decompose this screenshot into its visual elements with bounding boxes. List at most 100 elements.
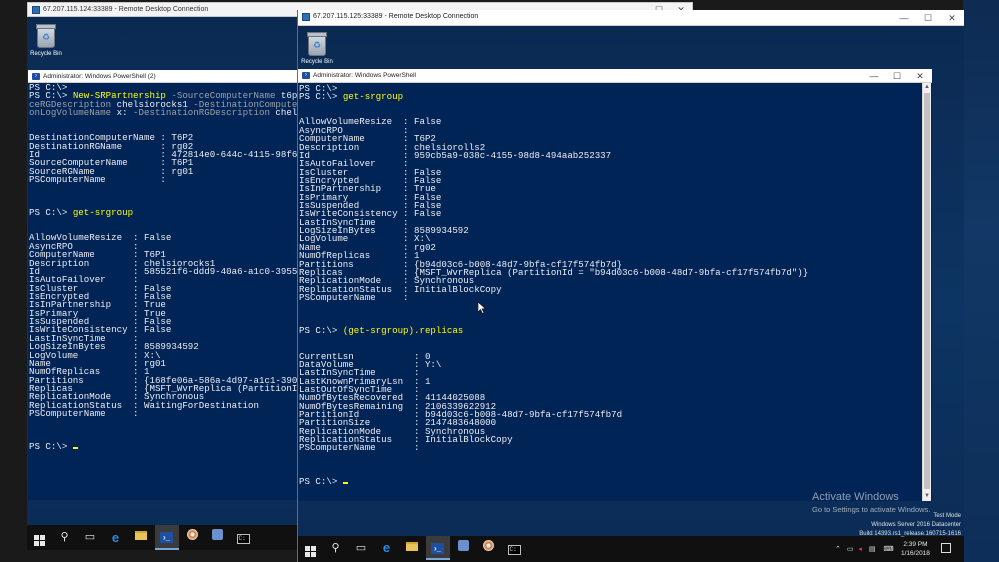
right-ps-titlebar[interactable]: › Administrator: Windows PowerShell — ☐ … <box>298 69 932 83</box>
console-text: PS C:\> <box>29 441 73 453</box>
recycle-bin-label: Recycle Bin <box>30 51 62 57</box>
console-line: PSComputerName : <box>29 175 298 184</box>
taskbar-clock[interactable]: 2:39 PM 1/16/2018 <box>901 540 930 558</box>
taskbar-file-explorer-icon[interactable] <box>400 536 424 560</box>
clock-time: 2:39 PM <box>903 541 928 548</box>
console-line: PSComputerName : <box>299 293 808 302</box>
taskbar-task-view-icon[interactable]: ▭ <box>349 536 373 560</box>
taskbar-server-manager-icon[interactable] <box>451 536 475 560</box>
taskbar-disk-icon[interactable] <box>477 536 501 560</box>
text-cursor <box>342 481 348 484</box>
taskbar-disk-icon[interactable] <box>180 525 204 550</box>
console-text: x: <box>111 107 134 119</box>
disk-icon <box>483 540 494 551</box>
taskbar-powershell-icon[interactable]: ›_ <box>425 536 450 560</box>
right-recycle-bin[interactable]: Recycle Bin <box>297 32 337 65</box>
scroll-up-arrow-icon[interactable]: ▲ <box>923 83 931 92</box>
host-desktop-strip <box>963 0 999 562</box>
taskbar-powershell-icon[interactable]: ›_ <box>154 525 179 550</box>
file-explorer-icon <box>406 542 418 551</box>
recycle-bin-icon <box>36 24 56 48</box>
console-line: PS C:\> get-srgroup <box>29 207 298 219</box>
ps-minimize-button[interactable]: — <box>863 69 885 83</box>
taskbar-start-button[interactable] <box>298 536 322 560</box>
right-rdp-title: 67.207.115.125:33389 - Remote Desktop Co… <box>313 13 479 20</box>
left-ps-title: Administrator: Windows PowerShell (2) <box>43 73 156 80</box>
build-number-label: Build 14393.rs1_release.160715-1616 <box>859 531 961 537</box>
taskbar-start-button[interactable] <box>27 525 51 550</box>
powershell-icon: ›_ <box>160 532 173 543</box>
clock-date: 1/16/2018 <box>901 550 930 557</box>
recycle-bin-icon <box>307 32 327 56</box>
scroll-thumb[interactable] <box>924 93 930 489</box>
console-text: chelsi <box>275 107 298 119</box>
close-button[interactable]: ✕ <box>941 11 963 25</box>
ps-close-button[interactable]: ✕ <box>909 69 931 83</box>
minimize-button[interactable]: — <box>893 11 915 25</box>
keyboard-icon[interactable]: ⌨ <box>883 546 893 553</box>
left-taskbar: ⚲ ▭ e ›_ C: <box>27 525 297 550</box>
search-icon: ⚲ <box>60 531 69 543</box>
taskbar-cmd-icon[interactable]: C: <box>502 536 526 560</box>
show-hidden-icons-chevron-icon[interactable]: ⌃ <box>835 546 841 553</box>
action-center-icon[interactable] <box>941 543 951 553</box>
ps-maximize-button[interactable]: ☐ <box>886 69 908 83</box>
right-rdp-titlebar[interactable]: 67.207.115.125:33389 - Remote Desktop Co… <box>298 10 964 26</box>
volume-muted-icon[interactable]: ◂ <box>858 546 862 553</box>
task-view-icon: ▭ <box>355 542 367 554</box>
maximize-button[interactable]: ☐ <box>917 11 939 25</box>
powershell-icon: › <box>32 73 40 80</box>
left-recycle-bin[interactable]: Recycle Bin <box>26 24 66 57</box>
console-line: PS C:\> <box>299 475 808 487</box>
server-manager-icon <box>457 540 469 551</box>
cmd-icon: C: <box>507 545 521 555</box>
activate-windows-hint: Go to Settings to activate Windows. <box>812 505 931 514</box>
internet-explorer-icon: e <box>111 530 120 545</box>
taskbar-server-manager-icon[interactable] <box>206 525 230 550</box>
system-tray[interactable]: ⌃ ▭ ◂ ▤ ⌨ <box>835 545 894 553</box>
right-powershell-window: › Administrator: Windows PowerShell — ☐ … <box>298 69 932 501</box>
scroll-down-arrow-icon[interactable]: ▼ <box>923 492 931 501</box>
start-button <box>304 546 316 557</box>
ps-vertical-scrollbar[interactable]: ▲ ▼ <box>922 83 931 501</box>
console-text: PSComputerName : <box>299 442 420 454</box>
left-ps-titlebar[interactable]: › Administrator: Windows PowerShell (2) <box>28 70 298 83</box>
taskbar-cmd-icon[interactable]: C: <box>231 525 255 550</box>
test-mode-label: Test Mode <box>933 513 961 519</box>
console-line: onLogVolumeName x: -DestinationRGDescrip… <box>29 107 298 119</box>
console-text: get-srgroup <box>342 91 404 103</box>
console-text: PS C:\> <box>299 475 343 487</box>
console-line: PS C:\> get-srgroup <box>299 91 808 103</box>
console-text: onLogVolumeName <box>29 107 112 119</box>
console-line: PS C:\> <box>29 441 298 453</box>
taskbar-internet-explorer-icon[interactable]: e <box>104 525 128 550</box>
taskbar-search-icon[interactable]: ⚲ <box>324 536 348 560</box>
right-taskbar: ⌃ ▭ ◂ ▤ ⌨ 2:39 PM 1/16/2018 ⚲ ▭ e ›_ C: <box>298 536 964 562</box>
network-icon[interactable]: ▭ <box>847 546 854 553</box>
mouse-pointer-icon <box>478 302 486 314</box>
right-ps-console-output[interactable]: PS C:\> PS C:\> get-srgroup AllowVolumeRes… <box>299 84 808 487</box>
console-text: PS C:\> <box>299 91 343 103</box>
taskbar-task-view-icon[interactable]: ▭ <box>78 525 102 550</box>
taskbar-file-explorer-icon[interactable] <box>129 525 153 550</box>
taskbar-search-icon[interactable]: ⚲ <box>53 525 77 550</box>
console-text: PS C:\> <box>29 207 73 219</box>
console-line: PSComputerName : <box>29 408 298 420</box>
taskbar-internet-explorer-icon[interactable]: e <box>375 536 399 560</box>
battery-icon[interactable]: ▤ <box>869 546 876 553</box>
console-text: PSComputerName : <box>29 408 139 420</box>
left-ps-console-output[interactable]: PS C:\> PS C:\> New-SRPartnership -Source… <box>29 83 298 453</box>
left-rdp-title: 67.207.115.124:33389 - Remote Desktop Co… <box>43 6 209 13</box>
right-ps-title: Administrator: Windows PowerShell <box>313 72 416 79</box>
powershell-icon: ›_ <box>431 543 444 554</box>
console-text: get-srgroup <box>72 207 134 219</box>
